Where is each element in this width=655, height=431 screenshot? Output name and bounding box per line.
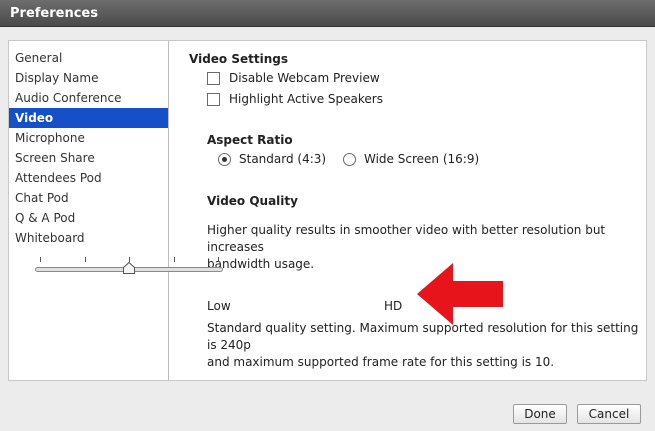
video-quality-info-line2: and maximum supported frame rate for thi… [207, 355, 555, 369]
slider-max-label: HD [384, 299, 403, 313]
sidebar-item-video[interactable]: Video [9, 108, 168, 128]
aspect-standard-radio[interactable] [218, 152, 231, 166]
slider-tick [84, 257, 86, 262]
video-quality-info: Standard quality setting. Maximum suppor… [207, 320, 646, 371]
video-quality-info-line1: Standard quality setting. Maximum suppor… [207, 321, 639, 352]
sidebar-item-general[interactable]: General [9, 48, 168, 68]
content-panel: General Display Name Audio Conference Vi… [8, 40, 647, 381]
sidebar-item-qa-pod[interactable]: Q & A Pod [9, 208, 168, 228]
highlight-active-speakers-checkbox[interactable] [207, 92, 220, 106]
slider-tick [40, 257, 41, 262]
aspect-standard-label: Standard (4:3) [239, 152, 327, 166]
video-settings-title: Video Settings [189, 52, 288, 66]
sidebar: General Display Name Audio Conference Vi… [9, 41, 169, 380]
sidebar-item-microphone[interactable]: Microphone [9, 128, 168, 148]
aspect-widescreen-radio[interactable] [343, 152, 356, 166]
window-title: Preferences [0, 0, 655, 27]
sidebar-item-screen-share[interactable]: Screen Share [9, 148, 168, 168]
video-quality-slider[interactable] [35, 257, 223, 279]
slider-thumb[interactable] [123, 262, 135, 274]
aspect-ratio-title: Aspect Ratio [207, 133, 293, 147]
red-arrow-annotation [417, 263, 503, 325]
disable-webcam-preview-label: Disable Webcam Preview [229, 71, 380, 85]
sidebar-item-attendees-pod[interactable]: Attendees Pod [9, 168, 168, 188]
video-quality-description-line1: Higher quality results in smoother video… [207, 223, 606, 254]
video-quality-title: Video Quality [207, 194, 298, 208]
preferences-dialog: General Display Name Audio Conference Vi… [0, 27, 655, 431]
done-button[interactable]: Done [513, 404, 567, 424]
highlight-active-speakers-label: Highlight Active Speakers [229, 92, 383, 106]
aspect-widescreen-label: Wide Screen (16:9) [364, 152, 480, 166]
highlight-active-speakers-row[interactable]: Highlight Active Speakers [207, 92, 383, 106]
slider-min-label: Low [207, 299, 231, 313]
slider-tick [173, 257, 175, 262]
aspect-standard-row[interactable]: Standard (4:3) [218, 152, 326, 166]
sidebar-item-whiteboard[interactable]: Whiteboard [9, 228, 168, 248]
disable-webcam-preview-checkbox[interactable] [207, 71, 220, 85]
cancel-button[interactable]: Cancel [577, 404, 641, 424]
sidebar-item-display-name[interactable]: Display Name [9, 68, 168, 88]
disable-webcam-preview-row[interactable]: Disable Webcam Preview [207, 71, 380, 85]
aspect-widescreen-row[interactable]: Wide Screen (16:9) [343, 152, 479, 166]
sidebar-item-audio-conference[interactable]: Audio Conference [9, 88, 168, 108]
slider-tick [218, 257, 219, 262]
video-settings-panel: Video Settings Disable Webcam Preview Hi… [177, 41, 646, 380]
sidebar-item-chat-pod[interactable]: Chat Pod [9, 188, 168, 208]
